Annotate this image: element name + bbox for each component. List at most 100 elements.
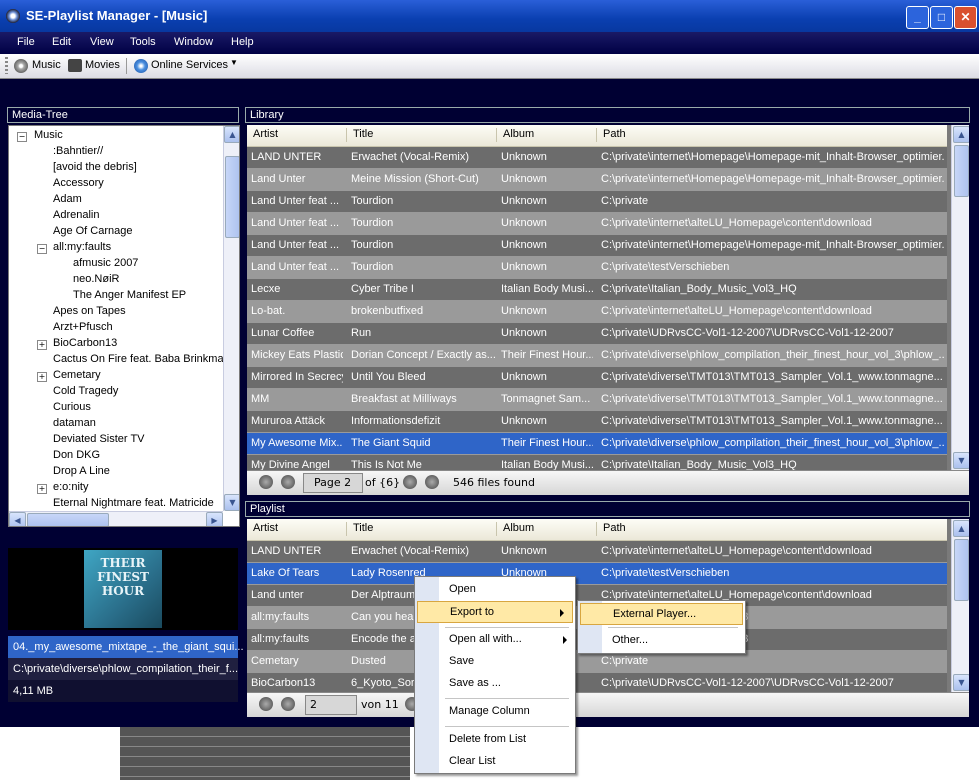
tree-item[interactable]: Arzt+Pfusch (53, 321, 113, 333)
collapse-icon[interactable]: − (17, 132, 27, 142)
table-row[interactable]: My Awesome Mix... The Giant Squid Their Fi… (247, 433, 947, 455)
scroll-down-icon[interactable]: ▼ (224, 494, 239, 511)
tree-item[interactable]: Adam (53, 193, 82, 205)
table-row[interactable]: Land Unter feat ... Tourdion Unknown C:\pri… (247, 235, 947, 257)
table-row[interactable]: Land Unter feat ... Tourdion Unknown C:\pri… (247, 191, 947, 213)
table-row[interactable]: Mirrored In Secrecy Until You Bleed Unknow… (247, 367, 947, 389)
table-row[interactable]: My Divine Angel This Is Not Me Italian Bod… (247, 455, 947, 470)
col-album[interactable]: Album (503, 522, 534, 534)
menu-item-external-player[interactable]: External Player... (580, 603, 743, 625)
tree-item[interactable]: Curious (53, 401, 91, 413)
menu-tools[interactable]: Tools (130, 36, 156, 48)
first-page-icon[interactable] (259, 697, 273, 711)
menu-item-open[interactable]: Open (415, 579, 575, 601)
library-vertical-scrollbar[interactable]: ▲ ▼ (951, 125, 969, 470)
tree-item[interactable]: Accessory (53, 177, 104, 189)
table-row[interactable]: Land Unter Meine Mission (Short-Cut) Unkno… (247, 169, 947, 191)
scroll-right-icon[interactable]: ▶ (206, 512, 223, 526)
tree-item[interactable]: Cactus On Fire feat. Baba Brinkman (53, 353, 230, 365)
menu-item-export-to[interactable]: Export to (417, 601, 573, 623)
maximize-button[interactable]: □ (930, 6, 953, 29)
expand-icon[interactable]: + (37, 372, 47, 382)
menu-item-clear-list[interactable]: Clear List (415, 751, 575, 773)
expand-icon[interactable]: + (37, 340, 47, 350)
first-page-icon[interactable] (259, 475, 273, 489)
movies-button[interactable]: Movies (85, 59, 120, 71)
title-bar[interactable]: SE-Playlist Manager - [Music] _ □ ✕ (0, 0, 979, 32)
tree-item[interactable]: Drop A Line (53, 465, 110, 477)
tree-item[interactable]: [avoid the debris] (53, 161, 137, 173)
tree-item[interactable]: Eternal Nightmare feat. Matricide (53, 497, 214, 509)
table-row[interactable]: Mururoa Attäck Informationsdefizit Unknown… (247, 411, 947, 433)
tree-vertical-scrollbar[interactable]: ▲ ▼ (223, 126, 239, 511)
menu-item-manage-column[interactable]: Manage Column (415, 701, 575, 723)
scroll-down-icon[interactable]: ▼ (953, 674, 969, 691)
close-button[interactable]: ✕ (954, 6, 977, 29)
scroll-up-icon[interactable]: ▲ (953, 520, 969, 537)
menu-item-open-all-with[interactable]: Open all with... (415, 629, 575, 651)
col-path[interactable]: Path (603, 128, 626, 140)
tree-item[interactable]: Apes on Tapes (53, 305, 126, 317)
tree-root-music[interactable]: Music (34, 129, 63, 141)
tree-item[interactable]: all:my:faults (53, 241, 111, 253)
tree-item[interactable]: e:o:nity (53, 481, 88, 493)
media-tree[interactable]: − Music :Bahntier// [avoid the debris] Acc… (8, 125, 240, 527)
table-row[interactable]: Lake Of Tears Lady Rosenred Unknown C:\priv… (247, 563, 947, 585)
table-row[interactable]: MM Breakfast at Milliways Tonmagnet Sam...… (247, 389, 947, 411)
tree-item[interactable]: Deviated Sister TV (53, 433, 145, 445)
menu-item-delete-from-list[interactable]: Delete from List (415, 729, 575, 751)
tree-item[interactable]: dataman (53, 417, 96, 429)
menu-item-save[interactable]: Save (415, 651, 575, 673)
menu-file[interactable]: File (17, 36, 35, 48)
menu-item-other[interactable]: Other... (578, 630, 745, 652)
table-row[interactable]: Mickey Eats Plastic Dorian Concept / Exac… (247, 345, 947, 367)
scroll-up-icon[interactable]: ▲ (953, 126, 969, 143)
previous-page-icon[interactable] (281, 475, 295, 489)
tree-item[interactable]: Don DKG (53, 449, 100, 461)
menu-edit[interactable]: Edit (52, 36, 71, 48)
playlist-page-field[interactable]: 2 (305, 695, 357, 715)
tree-item[interactable]: BioCarbon13 (53, 337, 117, 349)
minimize-button[interactable]: _ (906, 6, 929, 29)
col-title[interactable]: Title (353, 128, 373, 140)
collapse-icon[interactable]: − (37, 244, 47, 254)
menu-help[interactable]: Help (231, 36, 254, 48)
tree-hscroll-thumb[interactable] (27, 513, 109, 526)
previous-page-icon[interactable] (281, 697, 295, 711)
scroll-left-icon[interactable]: ◀ (9, 512, 26, 526)
chevron-down-icon[interactable]: ▼ (230, 58, 238, 67)
tree-item[interactable]: Cold Tragedy (53, 385, 118, 397)
page-field[interactable]: Page 2 (303, 473, 363, 493)
playlist-vertical-scrollbar[interactable]: ▲ ▼ (951, 519, 969, 692)
tree-item[interactable]: neo.NøiR (73, 273, 119, 285)
tree-horizontal-scrollbar[interactable]: ◀ ▶ (9, 511, 223, 526)
tree-item[interactable]: Cemetary (53, 369, 101, 381)
playlist-scroll-thumb[interactable] (954, 539, 969, 601)
toolbar-grip[interactable] (5, 57, 8, 74)
table-row[interactable]: Cemetary Dusted C:\private (247, 651, 947, 673)
scroll-up-icon[interactable]: ▲ (224, 126, 239, 143)
table-row[interactable]: Land Unter feat ... Tourdion Unknown C:\pri… (247, 213, 947, 235)
col-artist[interactable]: Artist (253, 522, 278, 534)
tree-item[interactable]: :Bahntier// (53, 145, 103, 157)
tree-scroll-thumb[interactable] (225, 156, 239, 238)
tree-item[interactable]: Age Of Carnage (53, 225, 133, 237)
table-row[interactable]: LAND UNTER Erwachet (Vocal-Remix) Unknown C… (247, 541, 947, 563)
table-row[interactable]: Lunar Coffee Run Unknown C:\private\UDRvsCC… (247, 323, 947, 345)
tree-item[interactable]: Adrenalin (53, 209, 99, 221)
col-artist[interactable]: Artist (253, 128, 278, 140)
scroll-down-icon[interactable]: ▼ (953, 452, 969, 469)
table-row[interactable]: Lecxe Cyber Tribe I Italian Body Musi... C:… (247, 279, 947, 301)
col-title[interactable]: Title (353, 522, 373, 534)
menu-view[interactable]: View (90, 36, 114, 48)
table-row[interactable]: Lo-bat. brokenbutfixed Unknown C:\private\i… (247, 301, 947, 323)
library-grid[interactable]: Artist Title Album Path LAND UNTER Erwach… (247, 125, 969, 470)
music-button[interactable]: Music (32, 59, 61, 71)
tree-item[interactable]: The Anger Manifest EP (73, 289, 186, 301)
library-scroll-thumb[interactable] (954, 145, 969, 197)
menu-item-save-as[interactable]: Save as ... (415, 673, 575, 695)
menu-window[interactable]: Window (174, 36, 213, 48)
online-services-button[interactable]: Online Services (151, 59, 228, 71)
table-row[interactable]: Land Unter feat ... Tourdion Unknown C:\pri… (247, 257, 947, 279)
expand-icon[interactable]: + (37, 484, 47, 494)
